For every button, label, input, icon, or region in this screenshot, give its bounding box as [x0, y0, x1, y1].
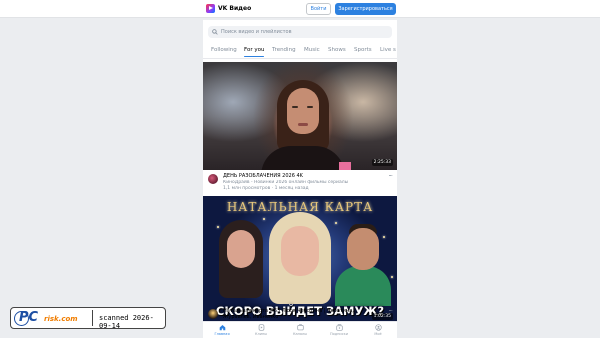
nav-item-home[interactable]: Главная: [207, 324, 237, 336]
nav-item-channels[interactable]: Каналы: [285, 324, 315, 336]
nav-item-clips[interactable]: Клипы: [246, 324, 276, 336]
nav-label: Главная: [214, 332, 230, 336]
tab-shows[interactable]: Shows: [328, 45, 346, 58]
vk-video-logo[interactable]: VK Видео: [206, 4, 251, 13]
channel-name[interactable]: КиноДрайв - Новинки 2026 онлайн фильмы с…: [223, 180, 383, 185]
video-title[interactable]: Натальная карта #63 Люся Чеботина | Чебо…: [223, 308, 383, 320]
category-tabs: Following For you Trending Music Shows S…: [203, 45, 397, 58]
nav-label: Клипы: [254, 332, 268, 336]
nav-label: Каналы: [292, 332, 308, 336]
tab-following[interactable]: Following: [211, 45, 237, 58]
video-feed: Following For you Trending Music Shows S…: [203, 20, 397, 338]
bottom-nav: Главная Клипы Каналы Подписки Моё: [203, 321, 397, 338]
video-thumbnail[interactable]: НАТАЛЬНАЯ КАРТА СКОРО ВЫЙДЕТ ЗАМУЖ? 1:02…: [203, 196, 397, 324]
video-duration: 2:25:33: [371, 159, 393, 166]
tab-for-you[interactable]: For you: [244, 45, 265, 58]
channels-icon: [296, 324, 304, 331]
nav-item-subscriptions[interactable]: Подписки: [324, 324, 354, 336]
search-input[interactable]: [221, 29, 381, 35]
pcrisk-logo-pc: PC: [19, 310, 39, 325]
nav-item-profile[interactable]: Моё: [363, 324, 393, 336]
tabs-divider: [203, 58, 397, 59]
channel-avatar[interactable]: [208, 309, 218, 319]
thumbnail-top-text: НАТАЛЬНАЯ КАРТА: [226, 200, 374, 214]
nav-label: Моё: [374, 332, 382, 336]
scan-date: scanned 2026-09-14: [99, 314, 154, 330]
profile-icon: [374, 324, 382, 331]
video-stats: 1,1 млн просмотров · 1 месяц назад: [223, 186, 309, 191]
more-options-icon[interactable]: ···: [388, 307, 393, 315]
video-title[interactable]: ДЕНЬ РАЗОБЛАЧЕНИЯ 2026 4K: [223, 173, 383, 179]
tab-music[interactable]: Music: [304, 45, 320, 58]
channel-avatar[interactable]: [208, 174, 218, 184]
top-header: VK Видео Войти Зарегистрироваться: [0, 0, 600, 18]
pcrisk-watermark: PC risk.com scanned 2026-09-14: [10, 307, 166, 330]
login-button[interactable]: Войти: [306, 3, 331, 15]
nav-label: Подписки: [329, 332, 349, 336]
video-thumbnail[interactable]: 2:25:33: [203, 62, 397, 170]
tab-sports[interactable]: Sports: [354, 45, 372, 58]
register-button[interactable]: Зарегистрироваться: [335, 3, 396, 15]
pcrisk-logo: PC risk.com: [14, 310, 88, 326]
search-icon: [212, 29, 218, 35]
tab-trending[interactable]: Trending: [272, 45, 296, 58]
tab-live[interactable]: Live s: [380, 45, 396, 58]
pcrisk-logo-risk: risk.com: [44, 315, 78, 323]
more-options-icon[interactable]: ···: [388, 172, 393, 180]
subscriptions-icon: [335, 324, 343, 331]
vk-play-icon: [206, 4, 215, 13]
logo-text: VK Видео: [218, 5, 252, 12]
search-bar[interactable]: [208, 26, 392, 38]
clips-icon: [258, 324, 264, 331]
home-icon: [219, 325, 225, 331]
